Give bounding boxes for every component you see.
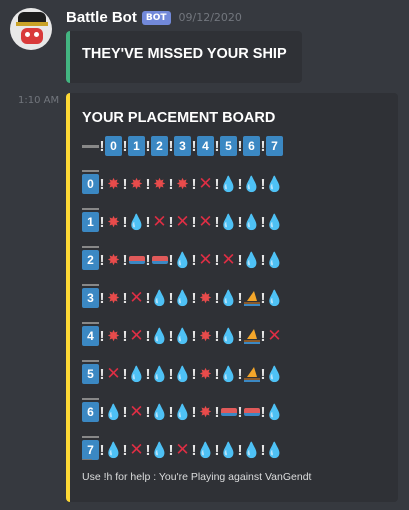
board-cell-cross-mark-icon: ✕ (152, 211, 167, 232)
board-cell-droplet-icon: 💧 (242, 174, 261, 193)
board-cell-droplet-icon: 💧 (265, 250, 284, 269)
board-cell-cross-mark-icon: ✕ (129, 401, 144, 422)
board-cell-droplet-icon: 💧 (173, 288, 192, 307)
embed-title: YOUR PLACEMENT BOARD (82, 110, 276, 126)
board-cell-collision-icon: ✸ (107, 326, 120, 345)
board-cell-droplet-icon: 💧 (265, 364, 284, 383)
board-cell-droplet-icon: 💧 (242, 440, 261, 459)
board-cell-cross-mark-icon: ✕ (198, 211, 213, 232)
board-cell-cross-mark-icon: ✕ (221, 249, 236, 270)
board-cell-sailboat-icon (243, 326, 260, 346)
column-header: 0 (105, 136, 122, 156)
board-cell-droplet-icon: 💧 (219, 174, 238, 193)
board-cell-droplet-icon: 💧 (173, 364, 192, 383)
board-cell-ship-icon (128, 250, 145, 270)
board-cell-droplet-icon: 💧 (196, 440, 215, 459)
blank-corner (82, 136, 99, 156)
board-cell-collision-icon: ✸ (107, 250, 120, 269)
board-cell-cross-mark-icon: ✕ (129, 439, 144, 460)
board-cell-droplet-icon: 💧 (242, 250, 261, 269)
embed-color-bar (66, 31, 70, 83)
column-header: 3 (174, 136, 191, 156)
column-header: 4 (197, 136, 214, 156)
board-cell-droplet-icon: 💧 (150, 402, 169, 421)
board-cell-droplet-icon: 💧 (265, 174, 284, 193)
board-cell-ship-icon (220, 402, 237, 422)
board-cell-cross-mark-icon: ✕ (106, 363, 121, 384)
board-cell-sailboat-icon (243, 364, 260, 384)
board-cell-droplet-icon: 💧 (173, 250, 192, 269)
board-cell-droplet-icon: 💧 (127, 212, 146, 231)
board-cell-cross-mark-icon: ✕ (267, 325, 282, 346)
board-cell-droplet-icon: 💧 (127, 364, 146, 383)
column-header: 6 (243, 136, 260, 156)
column-header: 2 (151, 136, 168, 156)
board-cell-collision-icon: ✸ (107, 288, 120, 307)
board-cell-droplet-icon: 💧 (265, 402, 284, 421)
board-cell-droplet-icon: 💧 (219, 326, 238, 345)
embed-footer: Use !h for help : You're Playing against… (82, 471, 312, 483)
board-cell-cross-mark-icon: ✕ (129, 325, 144, 346)
board-cell-ship-icon (151, 250, 168, 270)
board-cell-droplet-icon: 💧 (150, 326, 169, 345)
row-header: 1 (82, 208, 99, 232)
timestamp: 09/12/2020 (178, 11, 242, 24)
board-cell-droplet-icon: 💧 (173, 326, 192, 345)
board-cell-cross-mark-icon: ✕ (129, 287, 144, 308)
board-cell-collision-icon: ✸ (199, 364, 212, 383)
board-cell-droplet-icon: 💧 (265, 288, 284, 307)
board-cell-collision-icon: ✸ (199, 288, 212, 307)
column-header: 7 (266, 136, 283, 156)
embed-missed: THEY'VE MISSED YOUR SHIP (66, 31, 302, 83)
row-header: 0 (82, 170, 99, 194)
board-cell-collision-icon: ✸ (130, 174, 143, 193)
row-header: 4 (82, 322, 99, 346)
board-cell-cross-mark-icon: ✕ (198, 249, 213, 270)
board-cell-ship-icon (243, 402, 260, 422)
message-header: Battle Bot BOT 09/12/2020 (66, 9, 242, 26)
bot-badge: BOT (141, 10, 171, 25)
footer-divider (82, 459, 92, 460)
board-cell-droplet-icon: 💧 (150, 288, 169, 307)
board-cell-collision-icon: ✸ (199, 326, 212, 345)
board-cell-droplet-icon: 💧 (219, 440, 238, 459)
board-cell-droplet-icon: 💧 (150, 364, 169, 383)
board-cell-collision-icon: ✸ (107, 174, 120, 193)
message-battle-bot: Battle Bot BOT 09/12/2020 THEY'VE MISSED… (0, 0, 409, 90)
row-header: 6 (82, 398, 99, 422)
board-cell-cross-mark-icon: ✕ (175, 439, 190, 460)
row-header: 7 (82, 436, 99, 460)
username[interactable]: Battle Bot (66, 9, 137, 26)
board-cell-droplet-icon: 💧 (219, 288, 238, 307)
board-cell-cross-mark-icon: ✕ (198, 173, 213, 194)
embed-title: THEY'VE MISSED YOUR SHIP (82, 46, 287, 62)
row-header: 3 (82, 284, 99, 308)
board-cell-collision-icon: ✸ (176, 174, 189, 193)
side-timestamp: 1:10 AM (18, 95, 60, 106)
board-cell-droplet-icon: 💧 (150, 440, 169, 459)
board-cell-sailboat-icon (243, 288, 260, 308)
board-cell-droplet-icon: 💧 (242, 212, 261, 231)
board-cell-droplet-icon: 💧 (265, 212, 284, 231)
board-cell-droplet-icon: 💧 (265, 440, 284, 459)
board-cell-droplet-icon: 💧 (219, 364, 238, 383)
board-cell-cross-mark-icon: ✕ (175, 211, 190, 232)
board-cell-collision-icon: ✸ (107, 212, 120, 231)
board-cell-droplet-icon: 💧 (104, 402, 123, 421)
column-header: 5 (220, 136, 237, 156)
board-cell-droplet-icon: 💧 (219, 212, 238, 231)
board-cell-droplet-icon: 💧 (173, 402, 192, 421)
board-cell-collision-icon: ✸ (199, 402, 212, 421)
board-cell-droplet-icon: 💧 (104, 440, 123, 459)
embed-color-bar (66, 93, 70, 502)
board-cell-collision-icon: ✸ (153, 174, 166, 193)
column-header: 1 (128, 136, 145, 156)
row-header: 5 (82, 360, 99, 384)
row-header: 2 (82, 246, 99, 270)
bot-avatar[interactable] (10, 8, 52, 50)
